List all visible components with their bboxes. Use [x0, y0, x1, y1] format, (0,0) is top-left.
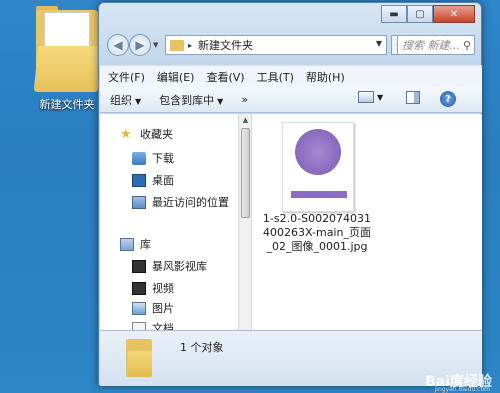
file-name[interactable]: 1-s2.0-S002074031400263X-main_页面_02_图像_0…	[262, 212, 372, 254]
menu-bar: 文件(F) 编辑(E) 查看(V) 工具(T) 帮助(H)	[100, 65, 482, 87]
menu-view[interactable]: 查看(V)	[206, 69, 244, 85]
navigation-pane: ★ 收藏夹 下载 桌面 最近访问的位置 库 暴风影视库 视频 图片 文档	[100, 114, 238, 330]
help-button[interactable]: ?	[440, 91, 456, 107]
desktop-folder-label: 新建文件夹	[39, 98, 95, 111]
tree-item-pictures[interactable]: 图片	[132, 300, 174, 316]
organize-button[interactable]: 组织 ▼	[110, 92, 141, 108]
scroll-up-icon[interactable]: ▲	[241, 116, 250, 124]
maximize-button[interactable]: ▢	[407, 5, 433, 23]
desktop-folder-icon[interactable]: 新建文件夹	[30, 2, 104, 114]
window-controls: ▬ ▢ ✕	[381, 5, 475, 23]
tree-item-documents[interactable]: 文档	[132, 320, 174, 330]
scrollbar-thumb[interactable]	[241, 128, 250, 218]
chevron-down-icon: ▼	[377, 92, 384, 102]
search-icon[interactable]: ⚲	[463, 39, 471, 52]
tree-item-video-library[interactable]: 暴风影视库	[132, 258, 207, 274]
view-icon	[358, 91, 374, 103]
address-dropdown-icon[interactable]: ▼	[376, 39, 382, 48]
chevron-down-icon: ▼	[135, 96, 142, 106]
address-bar[interactable]: ▸ 新建文件夹 ▼	[165, 35, 387, 55]
recent-places-icon	[132, 195, 146, 209]
back-button[interactable]: ◀	[107, 34, 129, 56]
breadcrumb-separator[interactable]: ▸	[188, 41, 192, 50]
tree-item-libraries[interactable]: 库	[120, 236, 151, 252]
tree-item-favorites[interactable]: ★ 收藏夹	[120, 126, 173, 142]
video-icon	[132, 281, 146, 295]
tree-item-downloads[interactable]: 下载	[132, 150, 174, 166]
search-input[interactable]: 搜索 新建... ⚲	[397, 35, 475, 55]
folder-icon	[126, 337, 152, 377]
explorer-window: ▬ ▢ ✕ ◀ ▶ ▼ ▸ 新建文件夹 ▼ ⟳ 搜索 新建... ⚲ 文件(F)…	[98, 2, 482, 386]
menu-tools[interactable]: 工具(T)	[257, 69, 294, 85]
desktop-icon	[132, 173, 146, 187]
help-icon: ?	[440, 91, 456, 107]
tree-item-desktop[interactable]: 桌面	[132, 172, 174, 188]
menu-help[interactable]: 帮助(H)	[306, 69, 345, 85]
file-list: 1-s2.0-S002074031400263X-main_页面_02_图像_0…	[252, 114, 482, 330]
navigation-bar: ◀ ▶ ▼ ▸ 新建文件夹 ▼ ⟳ 搜索 新建... ⚲	[107, 33, 475, 59]
breadcrumb-current[interactable]: 新建文件夹	[198, 37, 253, 53]
tree-item-videos[interactable]: 视频	[132, 280, 174, 296]
close-button[interactable]: ✕	[433, 5, 475, 23]
film-icon	[132, 259, 146, 273]
library-icon	[120, 237, 134, 251]
folder-icon	[170, 39, 184, 51]
watermark-url: jingyan.baidu.com	[434, 386, 490, 393]
folder-icon	[33, 6, 101, 92]
include-in-library-button[interactable]: 包含到库中 ▼	[159, 92, 223, 108]
content-area: ★ 收藏夹 下载 桌面 最近访问的位置 库 暴风影视库 视频 图片 文档 ▲ 1…	[100, 114, 482, 330]
search-placeholder: 搜索 新建...	[402, 39, 460, 52]
more-commands-button[interactable]: »	[241, 93, 248, 106]
item-count: 1 个对象	[180, 341, 224, 354]
minimize-button[interactable]: ▬	[381, 5, 407, 23]
forward-button[interactable]: ▶	[129, 34, 151, 56]
document-icon	[132, 321, 146, 330]
command-bar: 组织 ▼ 包含到库中 ▼ » ▼ ?	[100, 87, 482, 113]
image-thumbnail[interactable]	[282, 122, 354, 212]
preview-pane-icon	[406, 91, 420, 104]
view-options-button[interactable]: ▼	[358, 91, 383, 103]
tree-item-recent[interactable]: 最近访问的位置	[132, 194, 229, 210]
chevron-down-icon: ▼	[217, 96, 224, 106]
preview-pane-button[interactable]	[406, 91, 420, 104]
menu-file[interactable]: 文件(F)	[108, 69, 145, 85]
recent-pages-dropdown-icon[interactable]: ▼	[153, 41, 158, 49]
menu-edit[interactable]: 编辑(E)	[157, 69, 195, 85]
thumbnail-bar-graphic	[291, 191, 347, 198]
thumbnail-circle-graphic	[295, 129, 341, 175]
nav-scrollbar[interactable]: ▲	[238, 114, 252, 330]
star-icon: ★	[120, 126, 132, 142]
downloads-icon	[132, 151, 146, 165]
picture-icon	[132, 301, 146, 315]
